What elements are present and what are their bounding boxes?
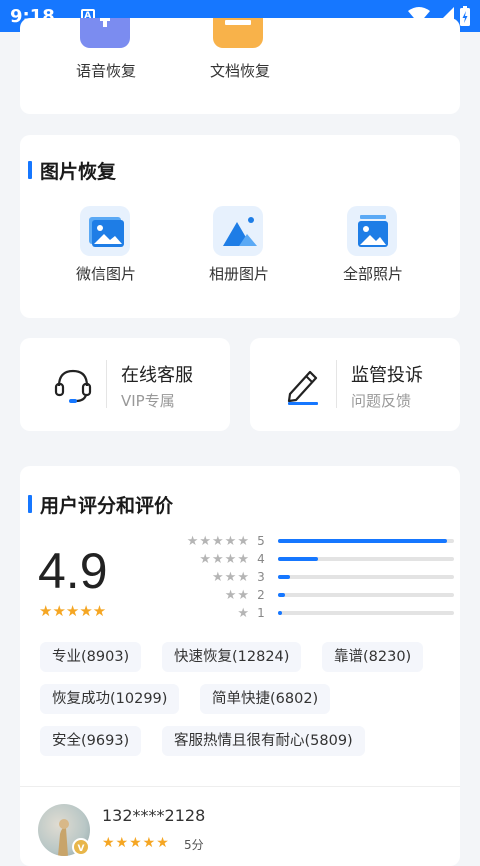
rating-row: ★ 1: [170, 605, 454, 621]
image-recovery-card: 图片恢复 微信图片 相册图片 全部照片: [20, 135, 460, 318]
review-stars: ★★★★★: [102, 835, 170, 851]
battery-icon: [460, 6, 470, 26]
row-fill: [278, 611, 282, 615]
service-divider: [106, 360, 107, 408]
complaint-divider: [336, 360, 337, 408]
picture-icon[interactable]: [80, 206, 130, 256]
ratings-card: 用户评分和评价 4.9 ★★★★★ ★★★★★ 5 ★★★★ 4 ★★★ 3 ★★ 2 ★ 1 专…: [20, 466, 460, 866]
ratings-title: 用户评分和评价: [27, 491, 173, 518]
row-fill: [278, 539, 447, 543]
tag-chip[interactable]: 靠谱(8230): [322, 642, 424, 672]
row-track: [278, 539, 454, 543]
tag-chip[interactable]: 安全(9693): [40, 726, 142, 756]
vip-badge-icon: V: [72, 838, 90, 856]
review-divider: [20, 786, 460, 787]
pen-icon: [287, 370, 318, 405]
online-service-subtitle: VIP专属: [121, 392, 175, 410]
wechat-images-label[interactable]: 微信图片: [51, 263, 161, 284]
row-stars: ★★★: [212, 569, 250, 585]
complaint-subtitle: 问题反馈: [351, 392, 412, 410]
tag-chip[interactable]: 简单快捷(6802): [200, 684, 331, 714]
row-track: [278, 593, 454, 597]
row-stars: ★: [237, 605, 250, 621]
row-fill: [278, 575, 291, 579]
row-track: [278, 611, 454, 615]
online-service-title: 在线客服: [121, 365, 193, 386]
all-photos-label[interactable]: 全部照片: [318, 263, 428, 284]
row-label: 1: [257, 606, 265, 620]
row-fill: [278, 593, 286, 597]
average-stars: ★★★★★: [39, 602, 107, 620]
microphone-icon[interactable]: [80, 18, 130, 48]
tag-chip[interactable]: 快速恢复(12824): [162, 642, 302, 672]
document-recovery-label[interactable]: 文档恢复: [185, 60, 295, 81]
row-label: 4: [257, 552, 265, 566]
row-stars: ★★: [224, 587, 250, 603]
voice-recovery-label[interactable]: 语音恢复: [51, 60, 161, 81]
tag-chip[interactable]: 恢复成功(10299): [40, 684, 180, 714]
row-stars: ★★★★: [199, 551, 250, 567]
online-service-card[interactable]: 在线客服 VIP专属: [20, 338, 230, 431]
row-track: [278, 575, 454, 579]
headset-icon: [54, 369, 92, 403]
row-stars: ★★★★★: [186, 533, 250, 549]
review-score: 5分: [184, 838, 204, 852]
row-label: 5: [257, 534, 265, 548]
rating-row: ★★ 2: [170, 587, 454, 603]
row-track: [278, 557, 454, 561]
photos-icon[interactable]: [347, 206, 397, 256]
row-fill: [278, 557, 319, 561]
review-username: 132****2128: [102, 806, 206, 825]
complaint-card[interactable]: 监管投诉 问题反馈: [250, 338, 460, 431]
rating-row: ★★★★ 4: [170, 551, 454, 567]
album-icon[interactable]: [213, 206, 263, 256]
tag-chip[interactable]: 客服热情且很有耐心(5809): [162, 726, 365, 756]
average-score: 4.9: [38, 543, 108, 599]
rating-row: ★★★★★ 5: [170, 533, 454, 549]
row-label: 2: [257, 588, 265, 602]
image-recovery-title: 图片恢复: [27, 157, 116, 184]
rating-row: ★★★ 3: [170, 569, 454, 585]
document-icon[interactable]: [213, 18, 263, 48]
recovery-card-top: 语音恢复 文档恢复: [20, 18, 460, 114]
row-label: 3: [257, 570, 265, 584]
tag-chip[interactable]: 专业(8903): [40, 642, 142, 672]
complaint-title: 监管投诉: [351, 365, 423, 386]
album-images-label[interactable]: 相册图片: [184, 263, 294, 284]
